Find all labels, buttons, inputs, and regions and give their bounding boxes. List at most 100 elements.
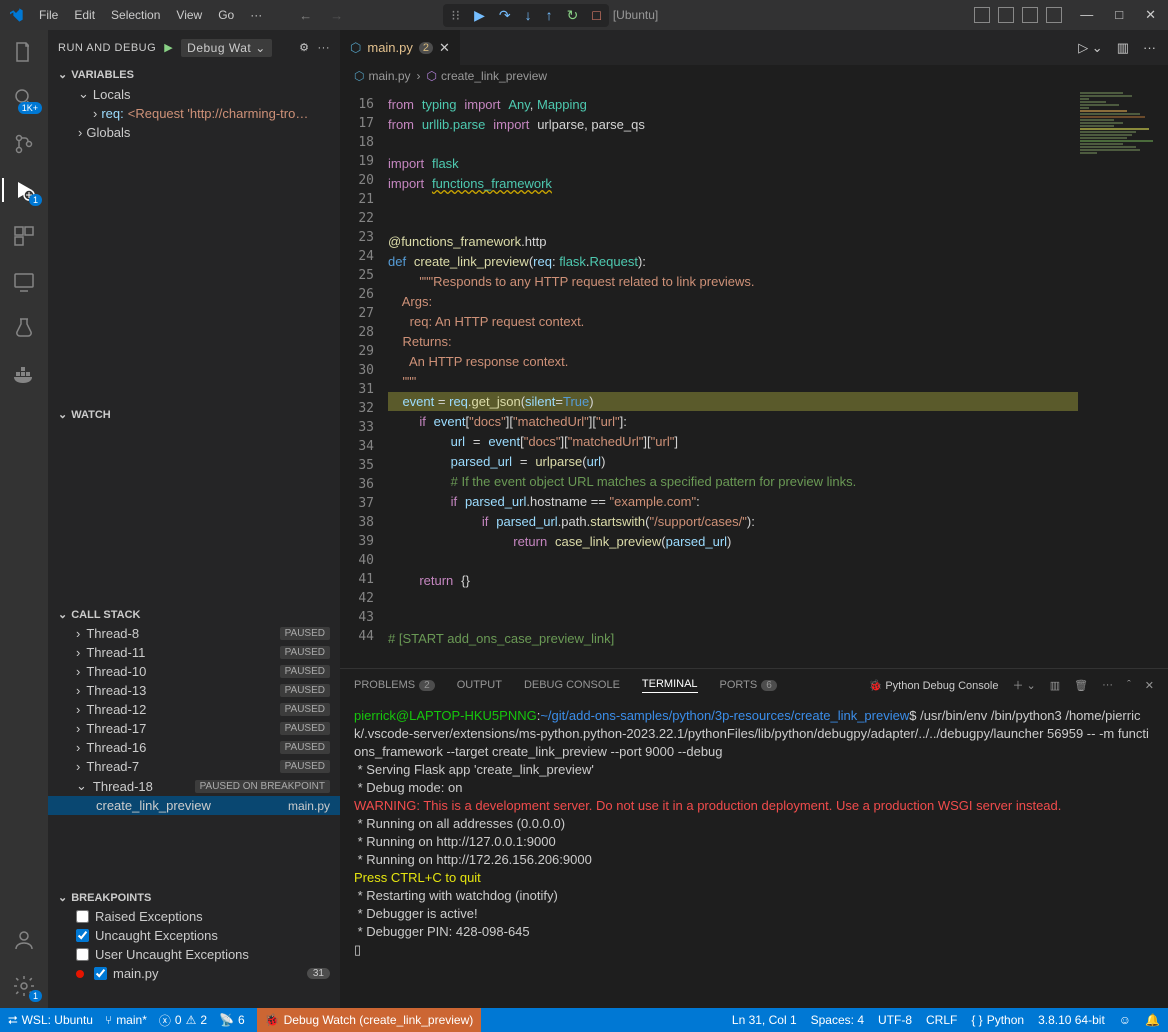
- layout-customize-icon[interactable]: [1046, 7, 1062, 23]
- notifications-icon[interactable]: 🔔: [1145, 1013, 1160, 1027]
- menu-go[interactable]: Go: [211, 8, 241, 22]
- tab-output[interactable]: OUTPUT: [457, 679, 502, 691]
- editor-tabs: ⬡ main.py 2 ✕ ▷ ⌄ ▥ ···: [340, 30, 1168, 65]
- testing-icon[interactable]: [12, 316, 36, 340]
- bp-user-uncaught[interactable]: User Uncaught Exceptions: [48, 945, 340, 964]
- cursor-position[interactable]: Ln 31, Col 1: [732, 1013, 797, 1027]
- python-interpreter[interactable]: 3.8.10 64-bit: [1038, 1013, 1105, 1027]
- explorer-icon[interactable]: [12, 40, 36, 64]
- python-file-icon: ⬡: [350, 40, 361, 56]
- minimize-icon[interactable]: —: [1076, 7, 1097, 23]
- gear-icon[interactable]: ⚙: [299, 41, 309, 54]
- stop-icon[interactable]: □: [592, 7, 600, 23]
- thread-item[interactable]: ›Thread-12PAUSED: [48, 700, 340, 719]
- thread-item[interactable]: ›Thread-17PAUSED: [48, 719, 340, 738]
- layout-panel-left-icon[interactable]: [974, 7, 990, 23]
- menu-file[interactable]: File: [32, 8, 65, 22]
- problems-status[interactable]: ⓧ0 ⚠2: [159, 1012, 207, 1029]
- tab-ports[interactable]: PORTS6: [720, 679, 777, 691]
- callstack-section[interactable]: ⌄CALL STACK: [48, 605, 340, 624]
- breadcrumb[interactable]: ⬡main.py › ⬡create_link_preview: [340, 65, 1168, 87]
- editor-more-icon[interactable]: ···: [1143, 40, 1156, 55]
- nav-back-icon[interactable]: ←: [299, 8, 312, 23]
- remote-explorer-icon[interactable]: [12, 270, 36, 294]
- code-content[interactable]: from typing import Any, Mapping from url…: [388, 87, 1078, 668]
- bp-uncaught[interactable]: Uncaught Exceptions: [48, 926, 340, 945]
- menu-view[interactable]: View: [169, 8, 209, 22]
- settings-icon[interactable]: 1: [12, 974, 36, 998]
- code-editor[interactable]: 16 17 18 19 20 21 22 23 24 25 26 27 28 2…: [340, 87, 1168, 668]
- drag-handle-icon[interactable]: ⁝⁝: [451, 7, 460, 24]
- maximize-panel-icon[interactable]: ˆ: [1127, 679, 1131, 691]
- thread-item[interactable]: ›Thread-16PAUSED: [48, 738, 340, 757]
- extensions-icon[interactable]: [12, 224, 36, 248]
- stack-frame[interactable]: create_link_previewmain.py: [48, 796, 340, 815]
- thread-item[interactable]: ›Thread-7PAUSED: [48, 757, 340, 776]
- language-mode[interactable]: { } Python: [971, 1013, 1024, 1027]
- search-icon[interactable]: 1K+: [12, 86, 36, 110]
- tab-main-py[interactable]: ⬡ main.py 2 ✕: [340, 30, 461, 65]
- panel-more-icon[interactable]: ···: [1102, 679, 1113, 691]
- start-debug-icon[interactable]: ▶: [164, 41, 173, 54]
- var-req[interactable]: ›req:<Request 'http://charming-tro…: [48, 104, 340, 123]
- menu-selection[interactable]: Selection: [104, 8, 167, 22]
- watch-section[interactable]: ⌄WATCH: [48, 405, 340, 424]
- bottom-panel: PROBLEMS2 OUTPUT DEBUG CONSOLE TERMINAL …: [340, 668, 1168, 1008]
- step-out-icon[interactable]: ↑: [546, 7, 553, 23]
- tab-close-icon[interactable]: ✕: [439, 40, 450, 56]
- docker-icon[interactable]: [12, 362, 36, 386]
- tab-problems[interactable]: PROBLEMS2: [354, 679, 435, 691]
- debug-status[interactable]: 🐞Debug Watch (create_link_preview): [257, 1008, 482, 1032]
- continue-icon[interactable]: ▶: [474, 7, 485, 24]
- breakpoints-section[interactable]: ⌄BREAKPOINTS: [48, 888, 340, 907]
- eol[interactable]: CRLF: [926, 1013, 957, 1027]
- bp-file[interactable]: main.py31: [48, 964, 340, 983]
- minimap[interactable]: [1078, 87, 1168, 668]
- maximize-icon[interactable]: □: [1111, 7, 1127, 23]
- nav-forward-icon[interactable]: →: [330, 8, 343, 23]
- split-terminal-icon[interactable]: ▥: [1050, 679, 1060, 692]
- vscode-icon: [8, 7, 24, 23]
- split-editor-icon[interactable]: ▥: [1117, 40, 1129, 56]
- kill-terminal-icon[interactable]: 🗑: [1074, 679, 1088, 692]
- step-into-icon[interactable]: ↓: [525, 7, 532, 23]
- accounts-icon[interactable]: [12, 928, 36, 952]
- new-terminal-icon[interactable]: ＋ ⌄: [1012, 677, 1035, 693]
- chevron-down-icon: ⌄: [255, 41, 266, 55]
- layout-panel-bottom-icon[interactable]: [998, 7, 1014, 23]
- layout-panel-right-icon[interactable]: [1022, 7, 1038, 23]
- thread-item[interactable]: ›Thread-11PAUSED: [48, 643, 340, 662]
- git-branch[interactable]: ⑂main*: [105, 1013, 147, 1027]
- more-icon[interactable]: ···: [318, 42, 331, 54]
- indentation[interactable]: Spaces: 4: [811, 1013, 864, 1027]
- thread-item[interactable]: ›Thread-13PAUSED: [48, 681, 340, 700]
- thread-active[interactable]: ⌄Thread-18PAUSED ON BREAKPOINT: [48, 776, 340, 796]
- run-icon[interactable]: ▷ ⌄: [1078, 40, 1103, 56]
- tab-terminal[interactable]: TERMINAL: [642, 678, 698, 693]
- step-over-icon[interactable]: ↷: [499, 7, 511, 24]
- menu-edit[interactable]: Edit: [67, 8, 102, 22]
- ports-status[interactable]: 📡6: [219, 1013, 245, 1027]
- encoding[interactable]: UTF-8: [878, 1013, 912, 1027]
- thread-item[interactable]: ›Thread-10PAUSED: [48, 662, 340, 681]
- remote-indicator[interactable]: ⮂WSL: Ubuntu: [8, 1013, 93, 1028]
- terminal-content[interactable]: pierrick@LAPTOP-HKU5PNNG:~/git/add-ons-s…: [340, 701, 1168, 1008]
- debug-shell-icon[interactable]: 🐞 Python Debug Console: [869, 679, 999, 692]
- variables-section[interactable]: ⌄VARIABLES: [48, 65, 340, 84]
- close-panel-icon[interactable]: ✕: [1145, 679, 1154, 692]
- activity-bar: 1K+ 1 1: [0, 30, 48, 1008]
- restart-icon[interactable]: ↻: [567, 7, 579, 24]
- thread-item[interactable]: ›Thread-8PAUSED: [48, 624, 340, 643]
- menu-more[interactable]: ···: [243, 8, 269, 22]
- close-icon[interactable]: ✕: [1141, 7, 1160, 23]
- feedback-icon[interactable]: ☺: [1119, 1013, 1131, 1027]
- scope-locals[interactable]: ⌄Locals: [48, 84, 340, 104]
- debug-badge: 1: [29, 194, 42, 206]
- source-control-icon[interactable]: [12, 132, 36, 156]
- tab-debug-console[interactable]: DEBUG CONSOLE: [524, 679, 620, 691]
- scope-globals[interactable]: ›Globals: [48, 123, 340, 142]
- bp-raised[interactable]: Raised Exceptions: [48, 907, 340, 926]
- run-debug-icon[interactable]: 1: [2, 178, 36, 202]
- debug-config-dropdown[interactable]: Debug Wat ⌄: [181, 39, 272, 57]
- statusbar: ⮂WSL: Ubuntu ⑂main* ⓧ0 ⚠2 📡6 🐞Debug Watc…: [0, 1008, 1168, 1032]
